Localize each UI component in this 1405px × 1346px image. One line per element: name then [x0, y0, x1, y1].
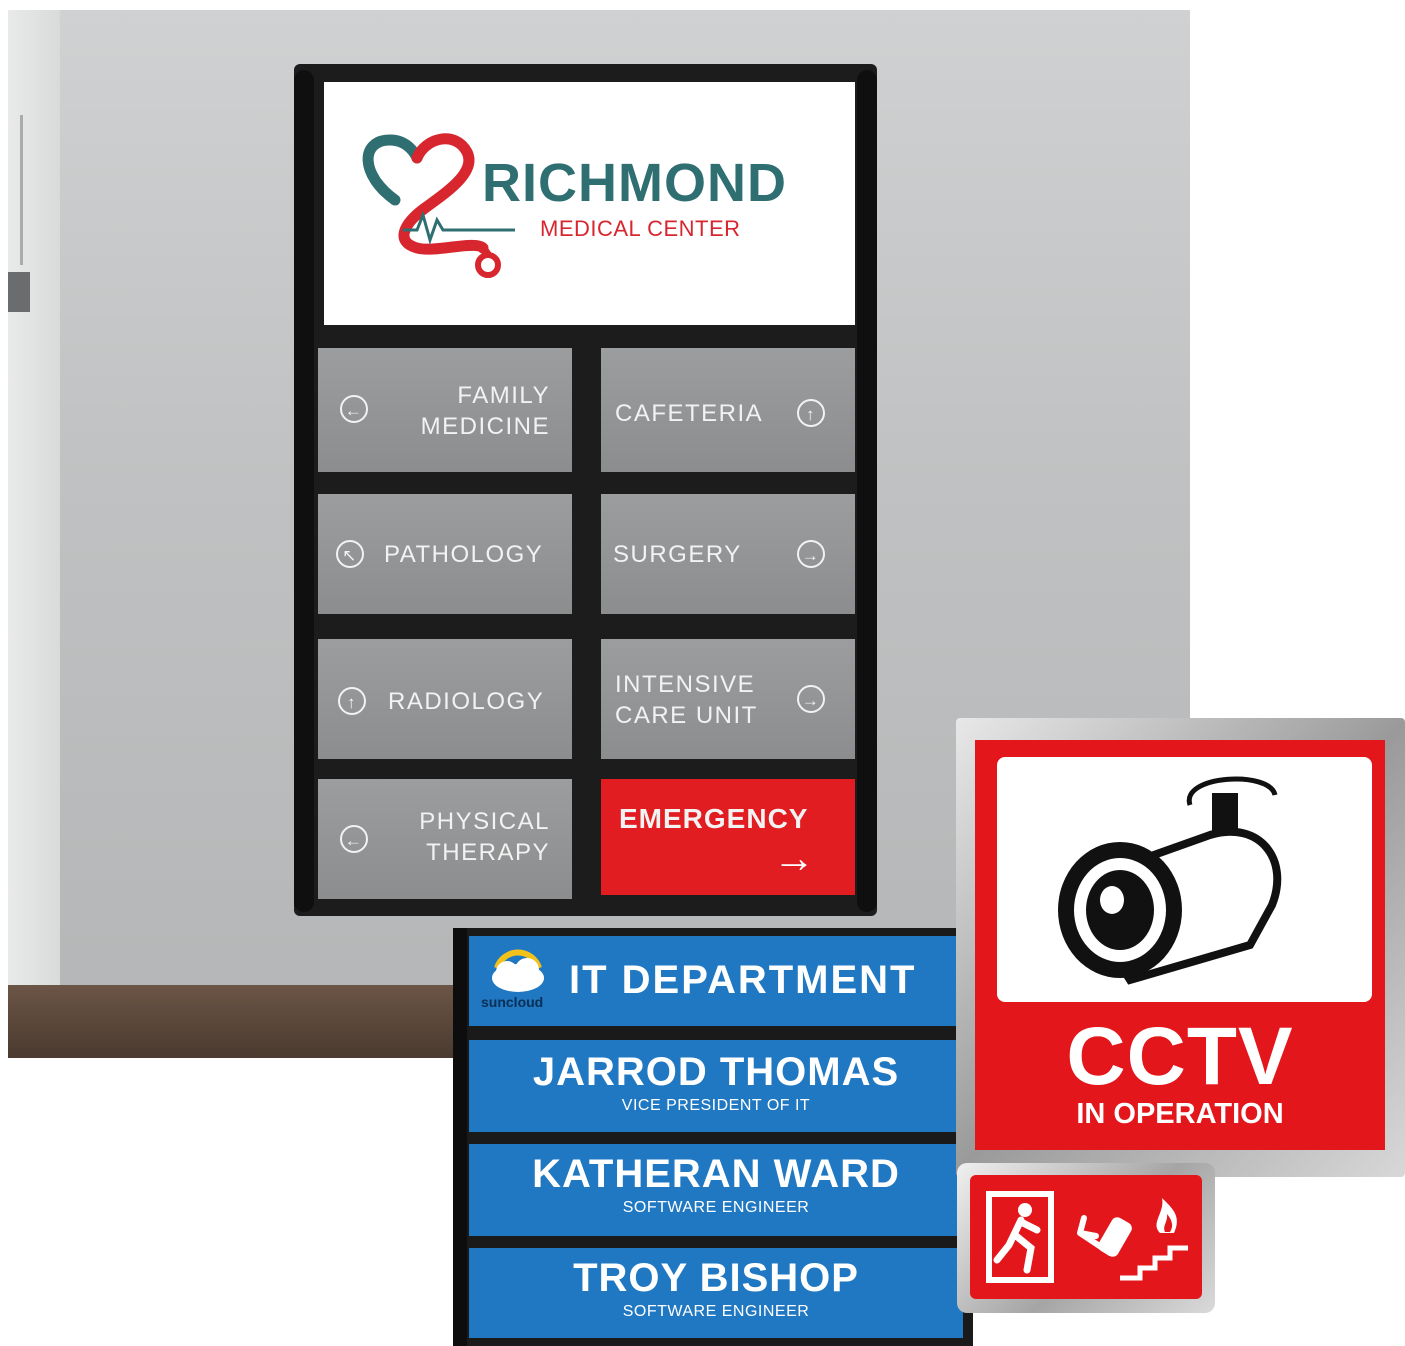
person-name: KATHERAN WARD: [532, 1152, 900, 1196]
slot-label: EMERGENCY: [619, 803, 809, 834]
arrow-right-icon: →: [797, 685, 825, 713]
brand-subtitle: MEDICAL CENTER: [540, 216, 741, 241]
slot-label: INTENSIVE CARE UNIT: [615, 671, 758, 729]
slot-emergency: EMERGENCY →: [601, 779, 855, 895]
slot-label: SURGERY: [613, 541, 742, 568]
door-handle: [8, 272, 30, 312]
wall-rail: [20, 115, 23, 265]
slot-intensive-care-unit: INTENSIVE CARE UNIT →: [601, 639, 855, 759]
person-name: JARROD THOMAS: [532, 1050, 900, 1094]
arrow-up-left-icon: ↖: [336, 540, 364, 568]
slot-pathology: ↖ PATHOLOGY: [318, 494, 572, 614]
it-department-title: IT DEPARTMENT: [569, 958, 917, 1002]
board-left-edge: [453, 928, 467, 1346]
arrow-up-icon: ↑: [338, 687, 366, 715]
running-person-exit-icon: [986, 1191, 1054, 1283]
person-role: VICE PRESIDENT OF IT: [621, 1097, 811, 1114]
cctv-subtitle: IN OPERATION: [1076, 1098, 1284, 1130]
slot-physical-therapy: ← PHYSICAL THERAPY: [318, 779, 572, 899]
slot-radiology: ↑ RADIOLOGY: [318, 639, 572, 759]
slot-label: PATHOLOGY: [384, 541, 544, 568]
suncloud-logo-text: suncloud: [481, 994, 544, 1010]
person-panel-katheran-ward: KATHERAN WARD SOFTWARE ENGINEER: [469, 1144, 963, 1236]
cctv-title: CCTV: [1066, 1011, 1294, 1102]
slot-cafeteria: CAFETERIA ↑: [601, 348, 855, 472]
slot-label: PHYSICAL THERAPY: [419, 808, 550, 866]
arrow-left-icon: ←: [340, 395, 368, 423]
arrow-right-icon: →: [773, 834, 817, 881]
slot-label: RADIOLOGY: [388, 688, 545, 715]
wall-left-doorway: [8, 10, 60, 1058]
frame-left-post: [294, 70, 314, 912]
suncloud-logo-icon: [492, 949, 544, 992]
frame-right-post: [857, 70, 877, 912]
slot-label: FAMILY MEDICINE: [420, 382, 550, 440]
person-panel-troy-bishop: TROY BISHOP SOFTWARE ENGINEER: [469, 1248, 963, 1338]
security-camera-icon: [1058, 776, 1282, 985]
arrow-right-icon: →: [797, 540, 825, 568]
brand-name: RICHMOND: [482, 153, 787, 213]
fire-extinguisher-stairs-icon: [1077, 1198, 1188, 1281]
person-panel-jarrod-thomas: JARROD THOMAS VICE PRESIDENT OF IT: [469, 1040, 963, 1132]
person-role: SOFTWARE ENGINEER: [622, 1199, 810, 1216]
arrow-up-icon: ↑: [797, 399, 825, 427]
slot-label: CAFETERIA: [615, 400, 764, 427]
person-name: TROY BISHOP: [573, 1256, 859, 1300]
arrow-left-icon: ←: [340, 825, 368, 853]
it-header-panel: suncloud IT DEPARTMENT: [469, 936, 963, 1026]
slot-surgery: SURGERY →: [601, 494, 855, 614]
person-role: SOFTWARE ENGINEER: [622, 1303, 810, 1320]
slot-family-medicine: ← FAMILY MEDICINE: [318, 348, 572, 472]
